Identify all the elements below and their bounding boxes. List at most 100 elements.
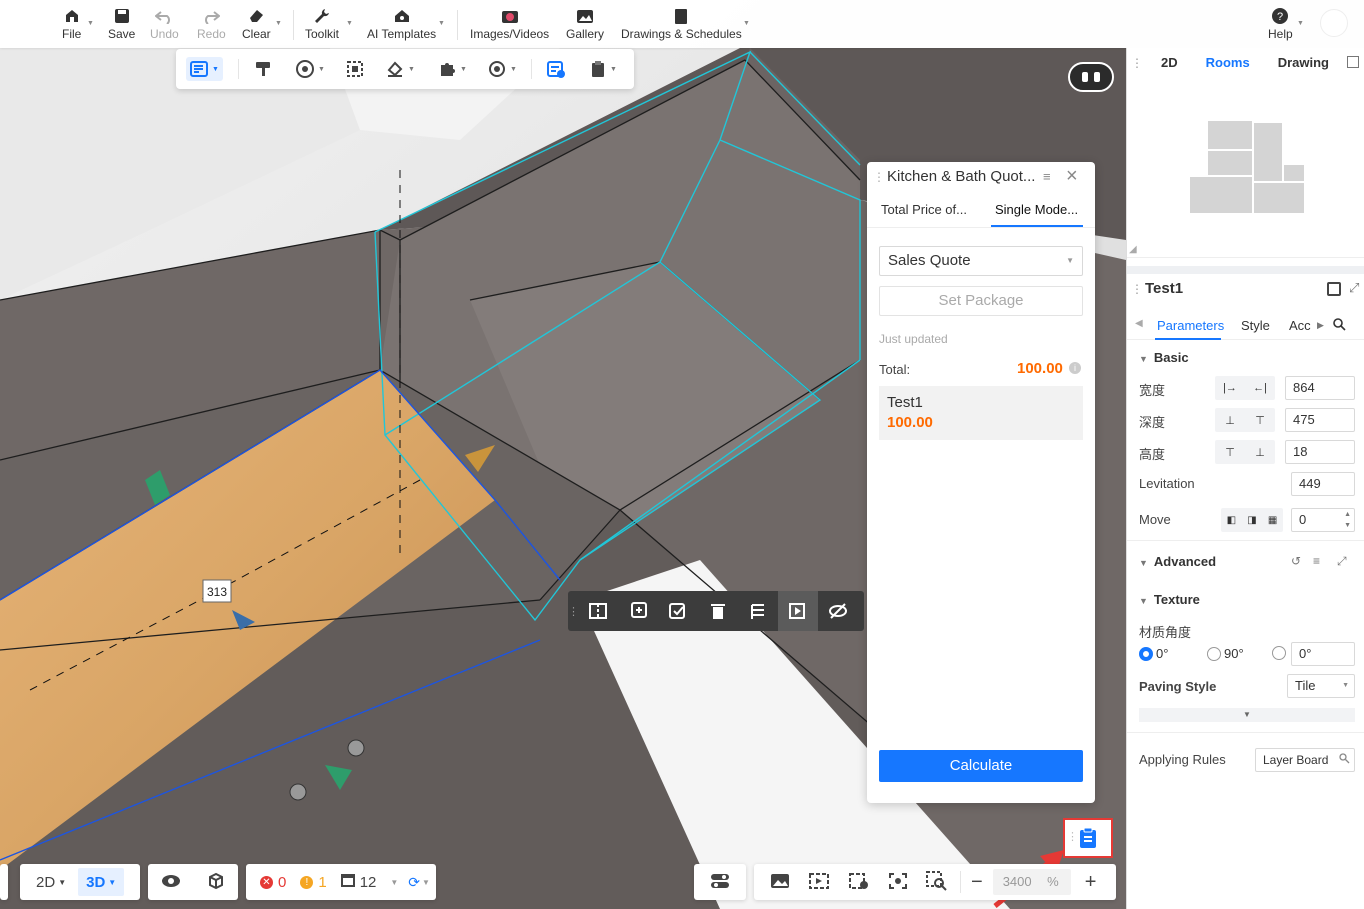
hide-button[interactable] (818, 591, 858, 631)
toggle-settings-icon[interactable] (710, 872, 730, 893)
zoom-in-button[interactable]: + (1085, 871, 1097, 894)
render-image-icon[interactable] (770, 873, 790, 892)
warning-icon[interactable]: ! (300, 875, 314, 889)
avatar[interactable] (1320, 9, 1348, 37)
view-2d-button[interactable]: 2D ▼ (30, 868, 72, 896)
align-back-icon[interactable]: ⊤ (1255, 414, 1265, 427)
paving-style-select[interactable]: Tile ▼ (1287, 674, 1355, 698)
advanced-section-header[interactable]: ▼ Advanced (1139, 554, 1216, 569)
file-menu[interactable]: File (62, 4, 81, 44)
arrange-button[interactable] (738, 591, 778, 631)
tab-total-price[interactable]: Total Price of... (881, 202, 967, 217)
reset-icon[interactable]: ↺ (1291, 554, 1301, 568)
target-button[interactable]: ▼ (488, 57, 517, 81)
align-top-icon[interactable]: ⊤ (1225, 446, 1235, 459)
align-front-icon[interactable]: ⊥ (1225, 414, 1235, 427)
width-align-buttons[interactable]: |→ ←| (1215, 376, 1275, 400)
quote-type-select[interactable]: Sales Quote ▼ (879, 246, 1083, 276)
drag-handle-icon[interactable]: ⋮ (1127, 56, 1147, 70)
tab-parameters[interactable]: Parameters (1157, 318, 1224, 333)
gallery-button[interactable]: Gallery (566, 4, 604, 44)
collapse-icon[interactable]: ≡ (1043, 162, 1051, 192)
duplicate-button[interactable] (618, 591, 658, 631)
zoom-out-button[interactable]: − (971, 871, 983, 894)
move-right-icon[interactable]: ▦ (1268, 515, 1277, 526)
save-button[interactable]: Save (108, 4, 135, 44)
toolkit-menu[interactable]: Toolkit (305, 4, 339, 44)
chevron-down-icon[interactable]: ▼ (422, 878, 430, 887)
tab-drawing[interactable]: Drawing (1264, 48, 1343, 78)
width-input[interactable]: 864 (1285, 376, 1355, 400)
frame-select-button[interactable] (346, 57, 364, 81)
drag-handle-icon[interactable]: ⋮ (1067, 830, 1078, 843)
tab-2d[interactable]: 2D (1147, 48, 1192, 78)
sync-icon[interactable]: ⟳ (408, 874, 420, 891)
applying-rules-select[interactable]: Layer Board (1255, 748, 1355, 772)
items-icon[interactable] (340, 873, 355, 891)
angle-custom-input[interactable]: 0° (1291, 642, 1355, 666)
plugin-button[interactable]: ▼ (438, 57, 467, 81)
move-center-icon[interactable]: ◨ (1247, 515, 1256, 526)
chevron-right-icon[interactable]: ▶ (1317, 320, 1324, 331)
angle-radio-0[interactable]: 0° (1139, 646, 1168, 661)
height-align-buttons[interactable]: ⊤ ⊥ (1215, 440, 1275, 464)
angle-radio-90[interactable]: 90° (1207, 646, 1244, 661)
undo-button[interactable]: Undo (150, 4, 179, 44)
fit-view-icon[interactable] (888, 872, 908, 893)
expand-icon[interactable]: ⤢ (1349, 280, 1359, 296)
align-bottom-icon[interactable]: ⊥ (1255, 446, 1265, 459)
stepper-icon[interactable]: ▲ ▼ (1344, 509, 1351, 531)
clipboard-button[interactable]: ▼ (590, 57, 617, 81)
expand-icon[interactable]: ⤢ (1337, 554, 1347, 569)
edit-icon[interactable] (1327, 282, 1341, 296)
select-mode-button[interactable]: ▼ (186, 57, 223, 81)
view-settings-icon[interactable] (848, 872, 870, 893)
set-package-button[interactable]: Set Package (879, 286, 1083, 316)
view-3d-button[interactable]: 3D ▼ (78, 868, 125, 896)
depth-align-buttons[interactable]: ⊥ ⊤ (1215, 408, 1275, 432)
depth-input[interactable]: 475 (1285, 408, 1355, 432)
eye-icon[interactable] (161, 874, 181, 891)
drag-handle-icon[interactable]: ⋮ (1131, 282, 1143, 296)
height-input[interactable]: 18 (1285, 440, 1355, 464)
tab-rooms[interactable]: Rooms (1192, 48, 1264, 78)
fill-button[interactable]: ▼ (386, 57, 415, 81)
texture-preview-expand[interactable]: ▼ (1139, 708, 1355, 722)
close-icon[interactable]: × (1066, 161, 1078, 191)
redo-button[interactable]: Redo (197, 4, 226, 44)
align-left-icon[interactable]: |→ (1223, 382, 1237, 394)
drag-handle-icon[interactable]: ⋮ (568, 605, 579, 618)
drawings-schedules-menu[interactable]: Drawings & Schedules (621, 4, 742, 44)
tab-style[interactable]: Style (1241, 318, 1270, 333)
quote-tool-button[interactable] (546, 57, 566, 81)
chevron-left-icon[interactable]: ◀ (1135, 318, 1143, 329)
quote-item-card[interactable]: Test1 100.00 (879, 386, 1083, 440)
delete-button[interactable] (698, 591, 738, 631)
screenshot-icon[interactable] (808, 872, 830, 893)
levitation-input[interactable]: 449 (1291, 472, 1355, 496)
images-videos-button[interactable]: Images/Videos (470, 4, 549, 44)
basic-section-header[interactable]: ▼ Basic (1139, 350, 1189, 365)
info-icon[interactable]: i (1069, 362, 1081, 374)
error-icon[interactable]: ✕ (260, 875, 273, 889)
align-right-icon[interactable]: ←| (1253, 382, 1267, 394)
drag-handle-icon[interactable]: ⋮ (873, 162, 885, 192)
tab-accessories[interactable]: Acc (1289, 318, 1311, 333)
resize-handle-icon[interactable]: ◢ (1129, 244, 1137, 255)
zoom-region-icon[interactable] (926, 870, 948, 894)
search-icon[interactable] (1333, 318, 1346, 334)
sort-icon[interactable]: ≡ (1313, 554, 1320, 568)
calculate-button[interactable]: Calculate (879, 750, 1083, 782)
chevron-down-icon[interactable]: ▼ (390, 878, 398, 887)
ai-templates-menu[interactable]: AI Templates (367, 4, 436, 44)
favorite-button[interactable] (658, 591, 698, 631)
move-left-icon[interactable]: ◧ (1227, 515, 1236, 526)
quote-panel-header[interactable]: ⋮ Kitchen & Bath Quot... ≡ × (867, 162, 1095, 192)
texture-section-header[interactable]: ▼ Texture (1139, 592, 1200, 607)
paint-brush-button[interactable] (254, 57, 272, 81)
cube-icon[interactable] (207, 872, 225, 893)
angle-radio-custom[interactable] (1272, 646, 1286, 663)
zoom-input[interactable]: 3400 % (992, 869, 1071, 895)
move-direction-buttons[interactable]: ◧ ◨ ▦ (1221, 508, 1283, 532)
move-input[interactable]: 0 ▲ ▼ (1291, 508, 1355, 532)
